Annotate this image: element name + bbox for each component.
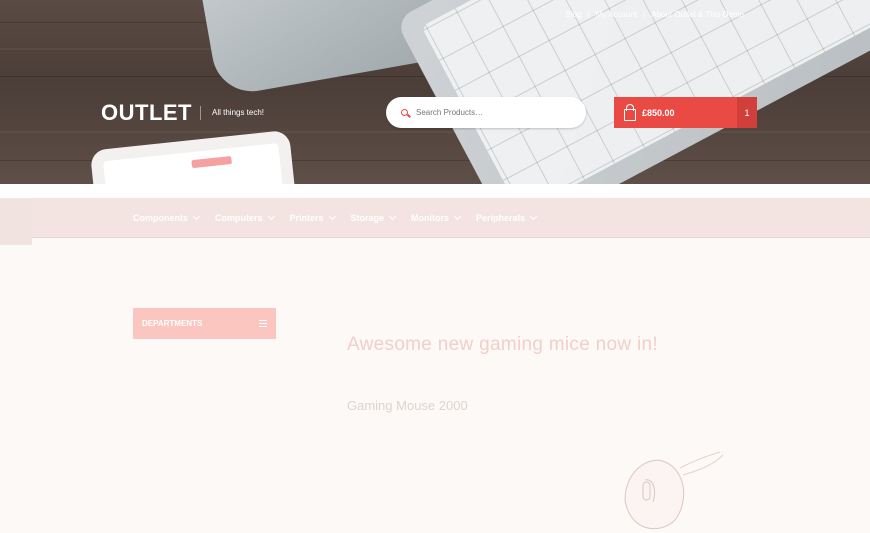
top-link-about[interactable]: About Outlet & This Demo bbox=[645, 10, 750, 19]
wood-grain bbox=[0, 131, 870, 133]
departments-label: DEPARTMENTS bbox=[142, 319, 203, 328]
nav-item-label: Printers bbox=[289, 213, 324, 223]
nav-item-label: Components bbox=[133, 213, 188, 223]
top-link-separator: | bbox=[587, 10, 590, 19]
cart-total: £850.00 bbox=[642, 107, 675, 118]
top-link-blog[interactable]: Blog bbox=[560, 10, 588, 19]
tablet-image bbox=[89, 129, 301, 184]
promo-subtitle[interactable]: Gaming Mouse 2000 bbox=[347, 398, 468, 413]
nav-left-edge bbox=[0, 198, 32, 245]
cart-button[interactable]: £850.00 1 bbox=[614, 97, 757, 128]
header-hero: Blog | My Account | About Outlet & This … bbox=[0, 0, 870, 184]
nav-item-computers[interactable]: Computers bbox=[215, 212, 275, 223]
shopping-bag-icon bbox=[614, 97, 642, 128]
gaming-mouse-image bbox=[624, 451, 724, 530]
nav-item-label: Storage bbox=[350, 213, 385, 223]
cart-count-badge: 1 bbox=[737, 97, 757, 128]
main-nav: Components Computers Printers Storage Mo… bbox=[32, 198, 870, 238]
promo-title: Awesome new gaming mice now in! bbox=[347, 334, 658, 355]
chevron-down-icon bbox=[328, 212, 336, 221]
nav-item-printers[interactable]: Printers bbox=[289, 212, 336, 223]
chevron-down-icon bbox=[389, 212, 397, 221]
departments-button[interactable]: DEPARTMENTS bbox=[133, 308, 276, 339]
nav-item-components[interactable]: Components bbox=[133, 212, 201, 223]
chevron-down-icon bbox=[530, 212, 538, 221]
nav-item-storage[interactable]: Storage bbox=[350, 212, 397, 223]
chevron-down-icon bbox=[454, 212, 462, 221]
nav-item-label: Monitors bbox=[411, 213, 450, 223]
top-link-my-account[interactable]: My Account bbox=[590, 10, 643, 19]
top-link-separator: | bbox=[643, 10, 646, 19]
nav-item-label: Peripherals bbox=[476, 213, 526, 223]
nav-top-strip bbox=[0, 184, 870, 198]
nav-item-monitors[interactable]: Monitors bbox=[411, 212, 462, 223]
nav-item-peripherals[interactable]: Peripherals bbox=[476, 212, 538, 223]
site-logo[interactable]: OUTLET bbox=[101, 100, 192, 126]
top-links: Blog | My Account | About Outlet & This … bbox=[560, 10, 750, 19]
search-icon[interactable] bbox=[386, 97, 416, 128]
chevron-down-icon bbox=[192, 212, 201, 221]
nav-item-label: Computers bbox=[215, 213, 263, 223]
search-bar[interactable] bbox=[386, 97, 586, 128]
list-icon bbox=[259, 320, 267, 327]
keyboard-image bbox=[395, 0, 870, 184]
site-tagline: All things tech! bbox=[200, 106, 264, 120]
search-input[interactable] bbox=[416, 108, 576, 117]
chevron-down-icon bbox=[267, 212, 275, 221]
